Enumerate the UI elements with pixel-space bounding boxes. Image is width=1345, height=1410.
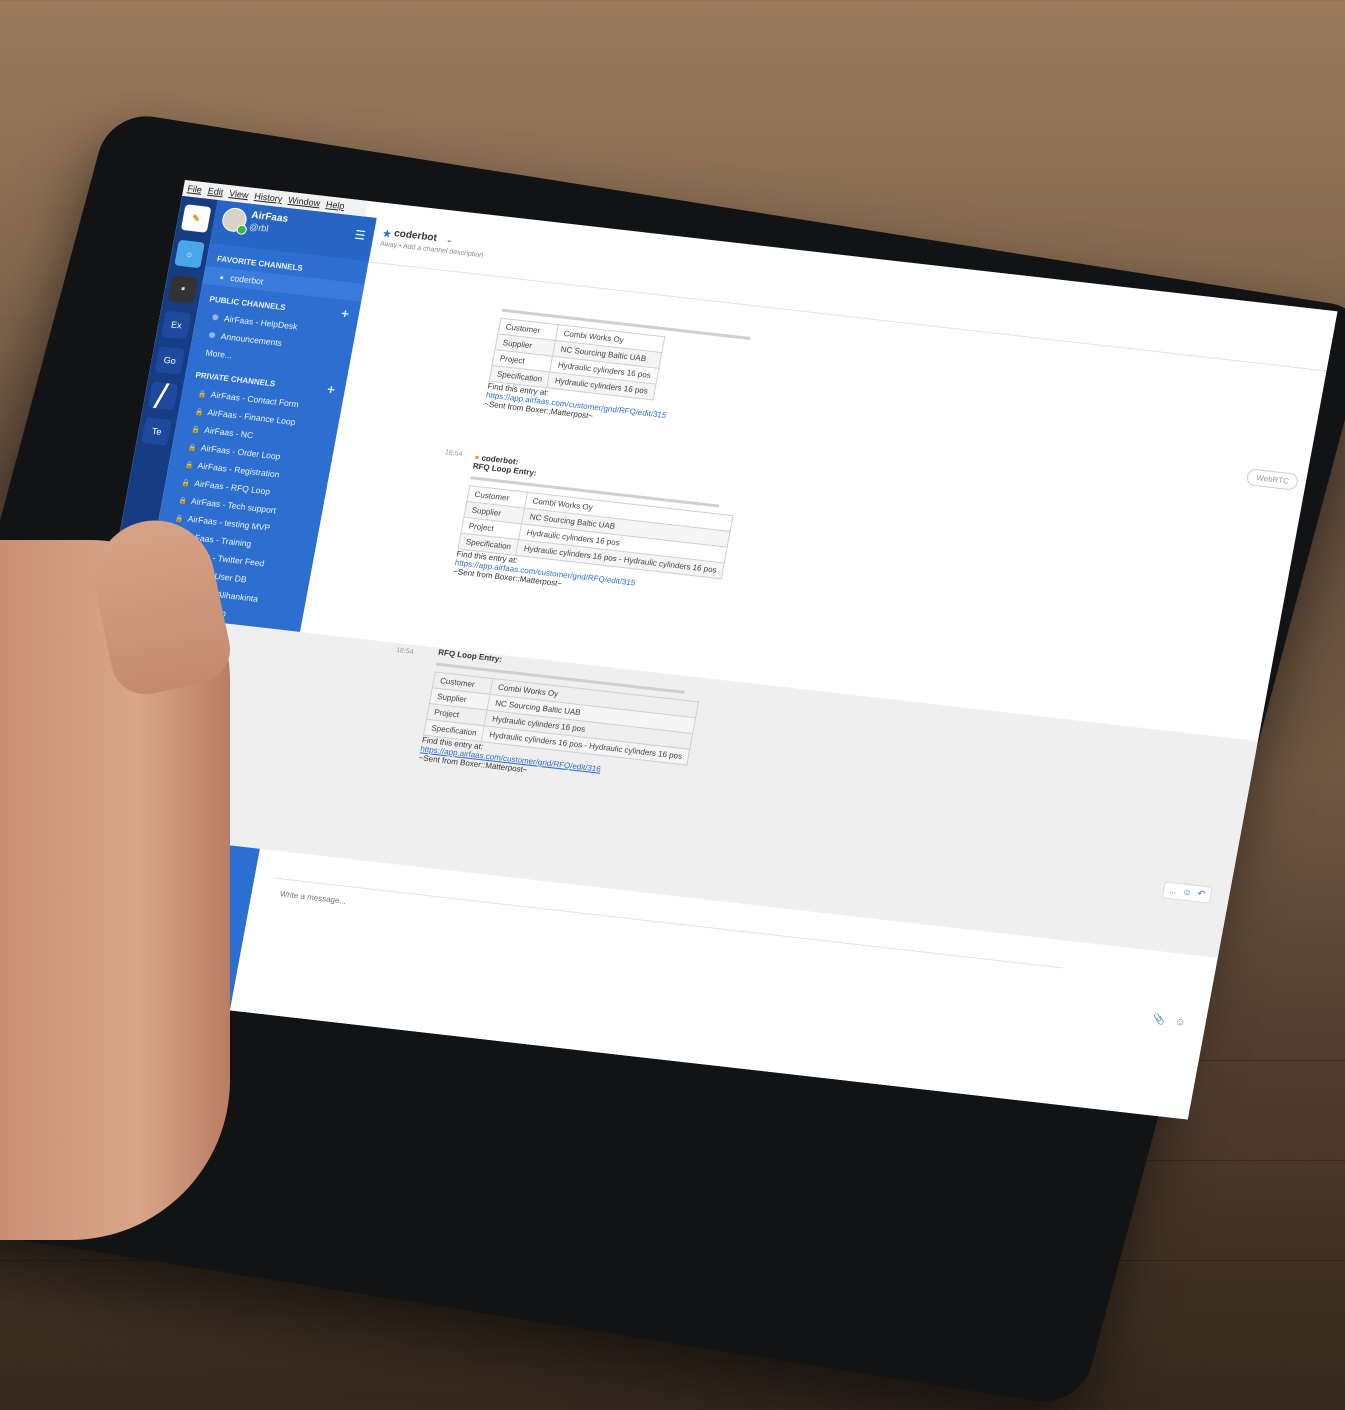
scene: File Edit View History Window Help ✎ ☼ ■… — [0, 0, 1345, 1410]
menu-edit[interactable]: Edit — [207, 186, 224, 198]
chevron-down-icon[interactable]: ⌄ — [445, 234, 454, 246]
add-description-link[interactable]: Add a channel description — [402, 243, 483, 259]
lock-icon: 🔒 — [190, 426, 201, 435]
menu-view[interactable]: View — [228, 188, 249, 200]
team-go[interactable]: Go — [154, 346, 186, 375]
post: Customer Combi Works Oy Supplier NC Sourci… — [484, 303, 752, 437]
reply-icon[interactable]: ↶ — [1197, 888, 1206, 900]
post-time: 16:54 — [395, 646, 415, 656]
sidebar-item-label: AirFaas - NC — [203, 424, 255, 441]
post: ● coderbot: RFQ Loop Entry: Customer Comb… — [453, 453, 740, 606]
bot-icon: ● — [218, 274, 225, 282]
emoji-icon[interactable]: ☺ — [1174, 1017, 1186, 1029]
public-channel-icon — [208, 331, 216, 339]
team-logo-icon[interactable] — [147, 381, 179, 411]
lock-icon: 🔒 — [187, 444, 198, 453]
star-icon[interactable]: ★ — [381, 227, 393, 241]
lock-icon: 🔒 — [197, 390, 208, 399]
lock-icon: 🔒 — [194, 408, 205, 417]
main-panel: ★ coderbot ⌄ Away • Add a channel descri… — [65, 217, 1335, 1120]
menu-file[interactable]: File — [187, 183, 203, 194]
team-te[interactable]: Te — [141, 417, 172, 446]
sent-from-text: ~Sent from Boxer::Matterpost~ — [418, 753, 529, 775]
boxer-logo-icon[interactable]: ✎ — [180, 204, 212, 233]
username: @rbl — [248, 221, 270, 234]
more-options-icon[interactable]: ... — [1168, 885, 1177, 897]
entry-link[interactable]: https://app.airfaas.com/customer/grid/RF… — [420, 744, 1240, 846]
find-entry-text: Find this entry at: — [421, 735, 484, 752]
status-text: Away — [379, 240, 398, 250]
online-status-icon — [235, 224, 248, 236]
menu-help[interactable]: Help — [325, 199, 345, 211]
add-channel-icon[interactable]: + — [326, 382, 336, 398]
post-time: 16:54 — [444, 449, 463, 459]
attachment-icon[interactable]: 📎 — [1152, 1014, 1166, 1026]
lock-icon: 🔒 — [174, 515, 185, 523]
hamburger-menu-icon[interactable]: ☰ — [353, 228, 366, 243]
lock-icon: 🔒 — [180, 479, 191, 488]
lock-icon: 🔒 — [184, 461, 195, 470]
menu-history[interactable]: History — [254, 191, 284, 204]
composer-icons: 📎 ☺ — [1152, 1014, 1186, 1029]
sidebar-item-label: coderbot — [229, 272, 265, 287]
post-actions: ... ☺ ↶ — [1161, 881, 1213, 904]
menu-window[interactable]: Window — [287, 195, 321, 208]
public-channel-icon — [211, 314, 219, 321]
webrtc-button[interactable]: WebRTC — [1245, 468, 1300, 491]
add-channel-icon[interactable]: + — [340, 306, 350, 322]
team-ex[interactable]: Ex — [161, 310, 192, 340]
lock-icon: 🔒 — [177, 497, 188, 506]
channel-title[interactable]: coderbot — [393, 228, 438, 244]
team-logo-icon[interactable]: ■ — [167, 275, 199, 304]
emoji-reaction-icon[interactable]: ☺ — [1181, 887, 1193, 899]
team-logo-icon[interactable]: ☼ — [174, 239, 205, 269]
app-window: File Edit View History Window Help ✎ ☼ ■… — [35, 180, 1338, 1120]
